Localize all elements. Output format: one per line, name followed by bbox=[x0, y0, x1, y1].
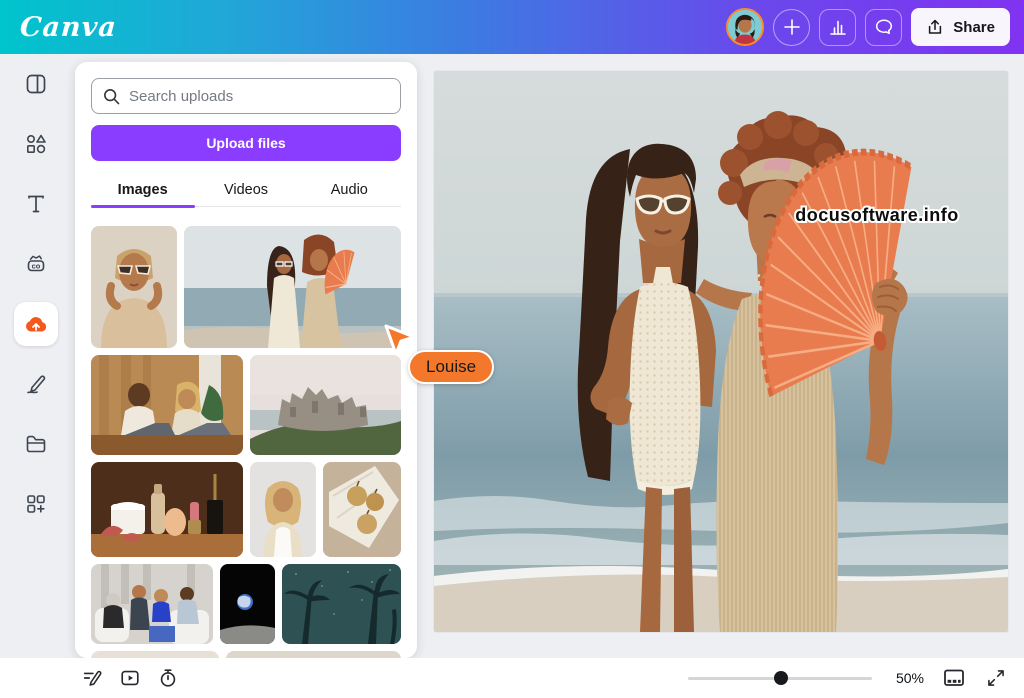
notes-button[interactable] bbox=[80, 666, 104, 690]
brand-co-icon: co bbox=[23, 251, 49, 277]
avatar[interactable] bbox=[726, 8, 764, 46]
topbar: Canva bbox=[0, 0, 1024, 54]
thumbnail-beach-two-women-fan[interactable] bbox=[184, 226, 401, 348]
share-button[interactable]: Share bbox=[911, 8, 1010, 46]
bottombar-left bbox=[80, 666, 180, 690]
uploads-grid bbox=[91, 226, 401, 658]
zoom-level[interactable]: 50% bbox=[890, 670, 924, 686]
timer-button[interactable] bbox=[156, 666, 180, 690]
thumbnail-image bbox=[220, 564, 275, 644]
uploads-panel: Upload files Images Videos Audio bbox=[75, 62, 417, 658]
canva-editor: Canva bbox=[0, 0, 1024, 698]
thumbnail-image bbox=[91, 226, 177, 348]
plus-icon bbox=[783, 18, 801, 36]
thumbnail-office-two-people-laptops[interactable] bbox=[91, 355, 243, 455]
sidebar-item-elements[interactable] bbox=[12, 120, 60, 168]
notes-icon bbox=[81, 667, 103, 689]
tab-images[interactable]: Images bbox=[91, 173, 194, 206]
workspace: co bbox=[0, 54, 1024, 658]
comments-button[interactable] bbox=[865, 9, 902, 46]
add-member-button[interactable] bbox=[773, 9, 810, 46]
zoom-slider-thumb[interactable] bbox=[774, 671, 788, 685]
sidebar-item-apps[interactable] bbox=[12, 480, 60, 528]
present-button[interactable] bbox=[118, 666, 142, 690]
tab-videos[interactable]: Videos bbox=[194, 173, 297, 206]
thumbnail-image bbox=[91, 355, 243, 455]
thumbnail-image bbox=[250, 462, 316, 557]
sidebar: co bbox=[0, 54, 72, 658]
thumbnail-partial[interactable] bbox=[226, 651, 401, 658]
sidebar-item-projects[interactable] bbox=[12, 420, 60, 468]
sidebar-item-draw[interactable] bbox=[12, 360, 60, 408]
beach-photo: docusoftware.info bbox=[434, 71, 1008, 632]
apps-plus-icon bbox=[24, 492, 48, 516]
shapes-icon bbox=[24, 132, 48, 156]
insights-button[interactable] bbox=[819, 9, 856, 46]
watermark-text: docusoftware.info bbox=[795, 205, 959, 225]
thumbnail-image bbox=[323, 462, 401, 557]
search-box bbox=[91, 78, 401, 114]
sidebar-item-uploads[interactable] bbox=[14, 302, 58, 346]
thumbnail-image bbox=[91, 462, 243, 557]
folder-icon bbox=[24, 432, 48, 456]
timer-icon bbox=[157, 667, 179, 689]
share-button-label: Share bbox=[953, 19, 995, 36]
draw-pen-icon bbox=[24, 372, 48, 396]
thumbnail-image bbox=[250, 355, 401, 455]
pages-view-button[interactable] bbox=[942, 666, 966, 690]
thumbnail-castle-ruins-hill[interactable] bbox=[250, 355, 401, 455]
thumbnail-pears-on-cloth[interactable] bbox=[323, 462, 401, 557]
thumbnail-woman-sunglasses-portrait[interactable] bbox=[91, 226, 177, 348]
sidebar-item-brand[interactable]: co bbox=[12, 240, 60, 288]
upload-cloud-icon bbox=[22, 310, 50, 338]
share-upload-icon bbox=[926, 18, 944, 36]
thumbnail-earthrise-moon[interactable] bbox=[220, 564, 275, 644]
canva-logo[interactable]: Canva bbox=[19, 12, 118, 43]
sidebar-item-design[interactable] bbox=[12, 60, 60, 108]
thumbnail-palm-trees-night[interactable] bbox=[282, 564, 401, 644]
thumbnail-cosmetics-still-life[interactable] bbox=[91, 462, 243, 557]
chat-bubble-icon bbox=[874, 17, 894, 37]
thumbnail-image bbox=[184, 226, 401, 348]
text-icon bbox=[24, 192, 48, 216]
bottombar: 50% bbox=[0, 658, 1024, 698]
avatar-image bbox=[728, 10, 762, 44]
bottombar-right: 50% bbox=[688, 666, 1008, 690]
search-input[interactable] bbox=[129, 88, 390, 105]
grid-view-icon bbox=[942, 666, 966, 690]
canvas-page[interactable]: docusoftware.info bbox=[434, 71, 1008, 632]
search-icon bbox=[102, 87, 121, 106]
bar-chart-icon bbox=[828, 17, 848, 37]
expand-arrows-icon bbox=[986, 668, 1006, 688]
thumbnail-image bbox=[282, 564, 401, 644]
thumbnail-image bbox=[91, 564, 213, 644]
uploads-tabs: Images Videos Audio bbox=[91, 173, 401, 207]
active-tab-underline bbox=[91, 205, 195, 208]
thumbnail-partial[interactable] bbox=[91, 651, 219, 658]
upload-files-button[interactable]: Upload files bbox=[91, 125, 401, 161]
zoom-slider[interactable] bbox=[688, 671, 872, 685]
thumbnail-group-on-sofas[interactable] bbox=[91, 564, 213, 644]
topbar-actions: Share bbox=[726, 8, 1010, 46]
fullscreen-button[interactable] bbox=[984, 666, 1008, 690]
thumbnail-blonde-woman-portrait[interactable] bbox=[250, 462, 316, 557]
tab-audio[interactable]: Audio bbox=[298, 173, 401, 206]
svg-text:co: co bbox=[32, 261, 41, 270]
play-icon bbox=[119, 667, 141, 689]
template-icon bbox=[24, 72, 48, 96]
sidebar-item-text[interactable] bbox=[12, 180, 60, 228]
